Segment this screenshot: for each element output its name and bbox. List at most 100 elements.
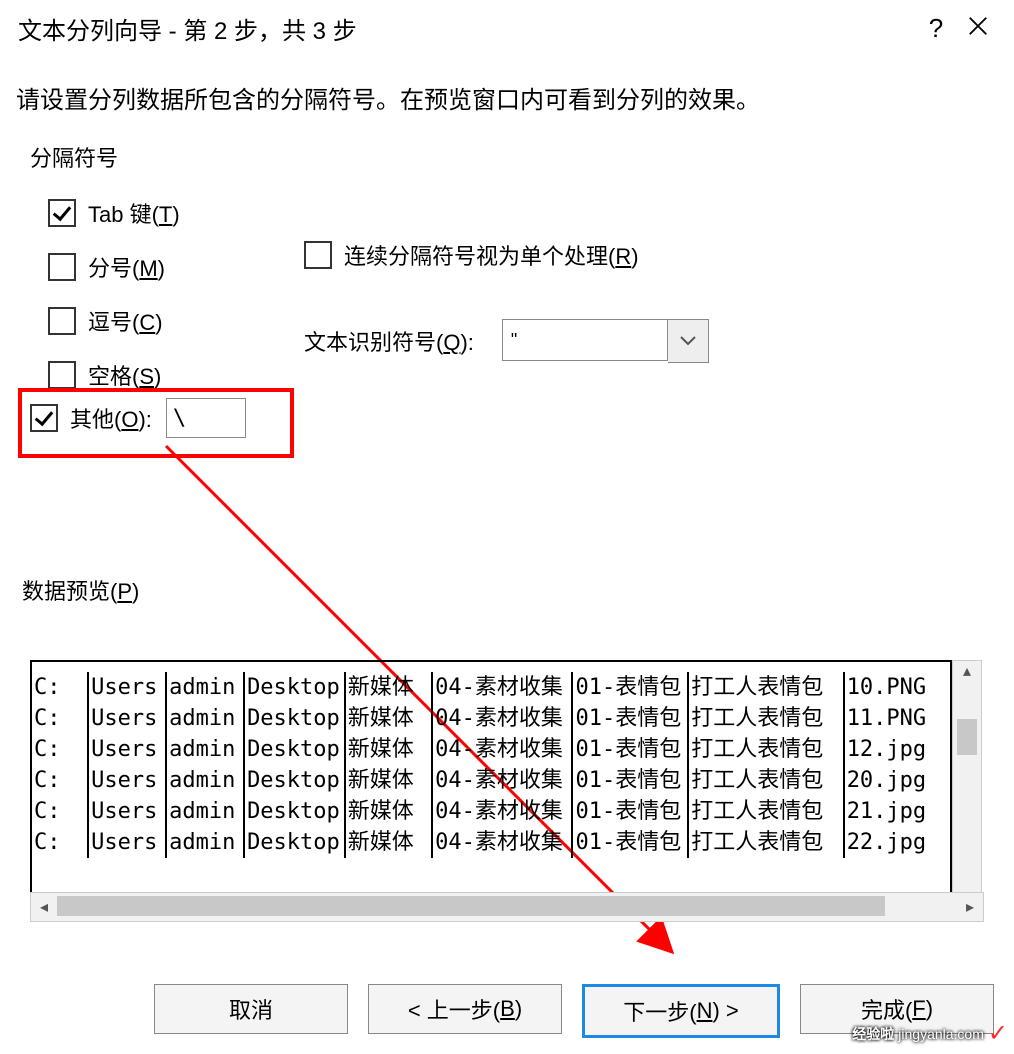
preview-cell: 新媒体: [346, 734, 433, 765]
preview-row: C:UsersadminDesktop新媒体04-素材收集01-表情包打工人表情…: [32, 703, 932, 734]
preview-row: C:UsersadminDesktop新媒体04-素材收集01-表情包打工人表情…: [32, 827, 932, 858]
preview-cell: Desktop: [245, 765, 346, 796]
preview-cell: 01-表情包: [573, 827, 689, 858]
delim-other-row[interactable]: 其他(O):: [30, 398, 246, 438]
preview-cell: 22.jpg: [845, 827, 932, 858]
delimiter-group: 分隔符号 Tab 键(T) 分号(M) 逗号(C) 空格(S) 连续分隔符号视为…: [20, 157, 994, 429]
preview-cell: 新媒体: [346, 672, 433, 703]
combo-dropdown-button[interactable]: [668, 319, 709, 363]
title-bar: 文本分列向导 - 第 2 步，共 3 步 ?: [0, 0, 1014, 56]
preview-cell: admin: [167, 765, 245, 796]
preview-cell: 04-素材收集: [433, 796, 573, 827]
window-title: 文本分列向导 - 第 2 步，共 3 步: [18, 11, 916, 46]
preview-row: C:UsersadminDesktop新媒体04-素材收集01-表情包打工人表情…: [32, 765, 932, 796]
delim-other-label: 其他(O):: [70, 402, 152, 434]
preview-row: C:UsersadminDesktop新媒体04-素材收集01-表情包打工人表情…: [32, 672, 932, 703]
preview-cell: Desktop: [245, 703, 346, 734]
next-button[interactable]: 下一步(N) >: [582, 984, 780, 1038]
vscroll-thumb[interactable]: [957, 719, 977, 755]
preview-cell: 新媒体: [346, 765, 433, 796]
preview-cell: Desktop: [245, 672, 346, 703]
preview-cell: 04-素材收集: [433, 734, 573, 765]
preview-cell: 01-表情包: [573, 703, 689, 734]
preview-cell: C:: [32, 703, 89, 734]
scroll-up-icon[interactable]: ▴: [963, 661, 971, 681]
delim-tab-row[interactable]: Tab 键(T): [48, 197, 978, 229]
preview-cell: 新媒体: [346, 703, 433, 734]
preview-cell: 打工人表情包: [689, 703, 844, 734]
horizontal-scrollbar[interactable]: ◂ ▸: [30, 892, 984, 922]
delim-other-input[interactable]: [166, 398, 246, 438]
delim-tab-checkbox[interactable]: [48, 199, 76, 227]
preview-cell: Desktop: [245, 734, 346, 765]
preview-cell: admin: [167, 827, 245, 858]
hscroll-thumb[interactable]: [57, 896, 885, 916]
preview-cell: 打工人表情包: [689, 796, 844, 827]
data-preview: C:UsersadminDesktop新媒体04-素材收集01-表情包打工人表情…: [30, 660, 982, 920]
preview-cell: admin: [167, 796, 245, 827]
preview-cell: 新媒体: [346, 827, 433, 858]
preview-cell: 12.jpg: [845, 734, 932, 765]
vertical-scrollbar[interactable]: ▴ ▾: [952, 660, 982, 920]
preview-cell: C:: [32, 765, 89, 796]
preview-cell: 01-表情包: [573, 765, 689, 796]
delim-semicolon-checkbox[interactable]: [48, 253, 76, 281]
close-icon: [967, 15, 989, 37]
group-legend: 分隔符号: [24, 141, 124, 173]
text-qualifier-label: 文本识别符号(Q):: [304, 325, 474, 357]
preview-cell: Users: [89, 765, 167, 796]
preview-cell: 01-表情包: [573, 672, 689, 703]
delim-tab-label: Tab 键(T): [88, 197, 180, 229]
preview-cell: 新媒体: [346, 796, 433, 827]
preview-cell: Users: [89, 672, 167, 703]
preview-cell: Users: [89, 796, 167, 827]
delim-space-checkbox[interactable]: [48, 361, 76, 389]
scroll-right-icon[interactable]: ▸: [957, 897, 983, 917]
preview-cell: 打工人表情包: [689, 827, 844, 858]
preview-cell: C:: [32, 672, 89, 703]
delim-comma-checkbox[interactable]: [48, 307, 76, 335]
consecutive-row[interactable]: 连续分隔符号视为单个处理(R): [304, 239, 709, 271]
preview-cell: 21.jpg: [845, 796, 932, 827]
text-qualifier-value[interactable]: ": [502, 319, 668, 361]
scroll-left-icon[interactable]: ◂: [31, 897, 57, 917]
close-button[interactable]: [956, 13, 1000, 44]
preview-cell: admin: [167, 734, 245, 765]
delim-other-checkbox[interactable]: [30, 404, 58, 432]
watermark: 经验啦 jingyanla.com ✓: [852, 1019, 1008, 1048]
preview-cell: Users: [89, 703, 167, 734]
preview-cell: 04-素材收集: [433, 672, 573, 703]
delim-comma-label: 逗号(C): [88, 305, 163, 337]
preview-cell: 10.PNG: [845, 672, 932, 703]
preview-cell: Users: [89, 827, 167, 858]
preview-cell: C:: [32, 796, 89, 827]
chevron-down-icon: [680, 336, 696, 346]
data-preview-label: 数据预览(P): [22, 574, 139, 606]
consecutive-checkbox[interactable]: [304, 241, 332, 269]
preview-row: C:UsersadminDesktop新媒体04-素材收集01-表情包打工人表情…: [32, 734, 932, 765]
preview-cell: C:: [32, 734, 89, 765]
preview-cell: 04-素材收集: [433, 703, 573, 734]
preview-cell: 打工人表情包: [689, 734, 844, 765]
preview-cell: admin: [167, 672, 245, 703]
delim-space-row[interactable]: 空格(S): [48, 359, 978, 391]
help-button[interactable]: ?: [916, 13, 956, 44]
instruction-text: 请设置分列数据所包含的分隔符号。在预览窗口内可看到分列的效果。: [16, 80, 1014, 115]
preview-cell: 打工人表情包: [689, 672, 844, 703]
preview-cell: admin: [167, 703, 245, 734]
delim-space-label: 空格(S): [88, 359, 161, 391]
preview-row: C:UsersadminDesktop新媒体04-素材收集01-表情包打工人表情…: [32, 796, 932, 827]
back-button[interactable]: < 上一步(B): [368, 984, 562, 1034]
preview-cell: 01-表情包: [573, 734, 689, 765]
preview-cell: Desktop: [245, 796, 346, 827]
delim-semicolon-label: 分号(M): [88, 251, 165, 283]
preview-cell: 04-素材收集: [433, 827, 573, 858]
preview-cell: 04-素材收集: [433, 765, 573, 796]
preview-cell: 01-表情包: [573, 796, 689, 827]
preview-cell: 11.PNG: [845, 703, 932, 734]
preview-cell: Users: [89, 734, 167, 765]
cancel-button[interactable]: 取消: [154, 984, 348, 1034]
text-qualifier-combo[interactable]: ": [502, 319, 709, 363]
preview-cell: C:: [32, 827, 89, 858]
preview-cell: 打工人表情包: [689, 765, 844, 796]
